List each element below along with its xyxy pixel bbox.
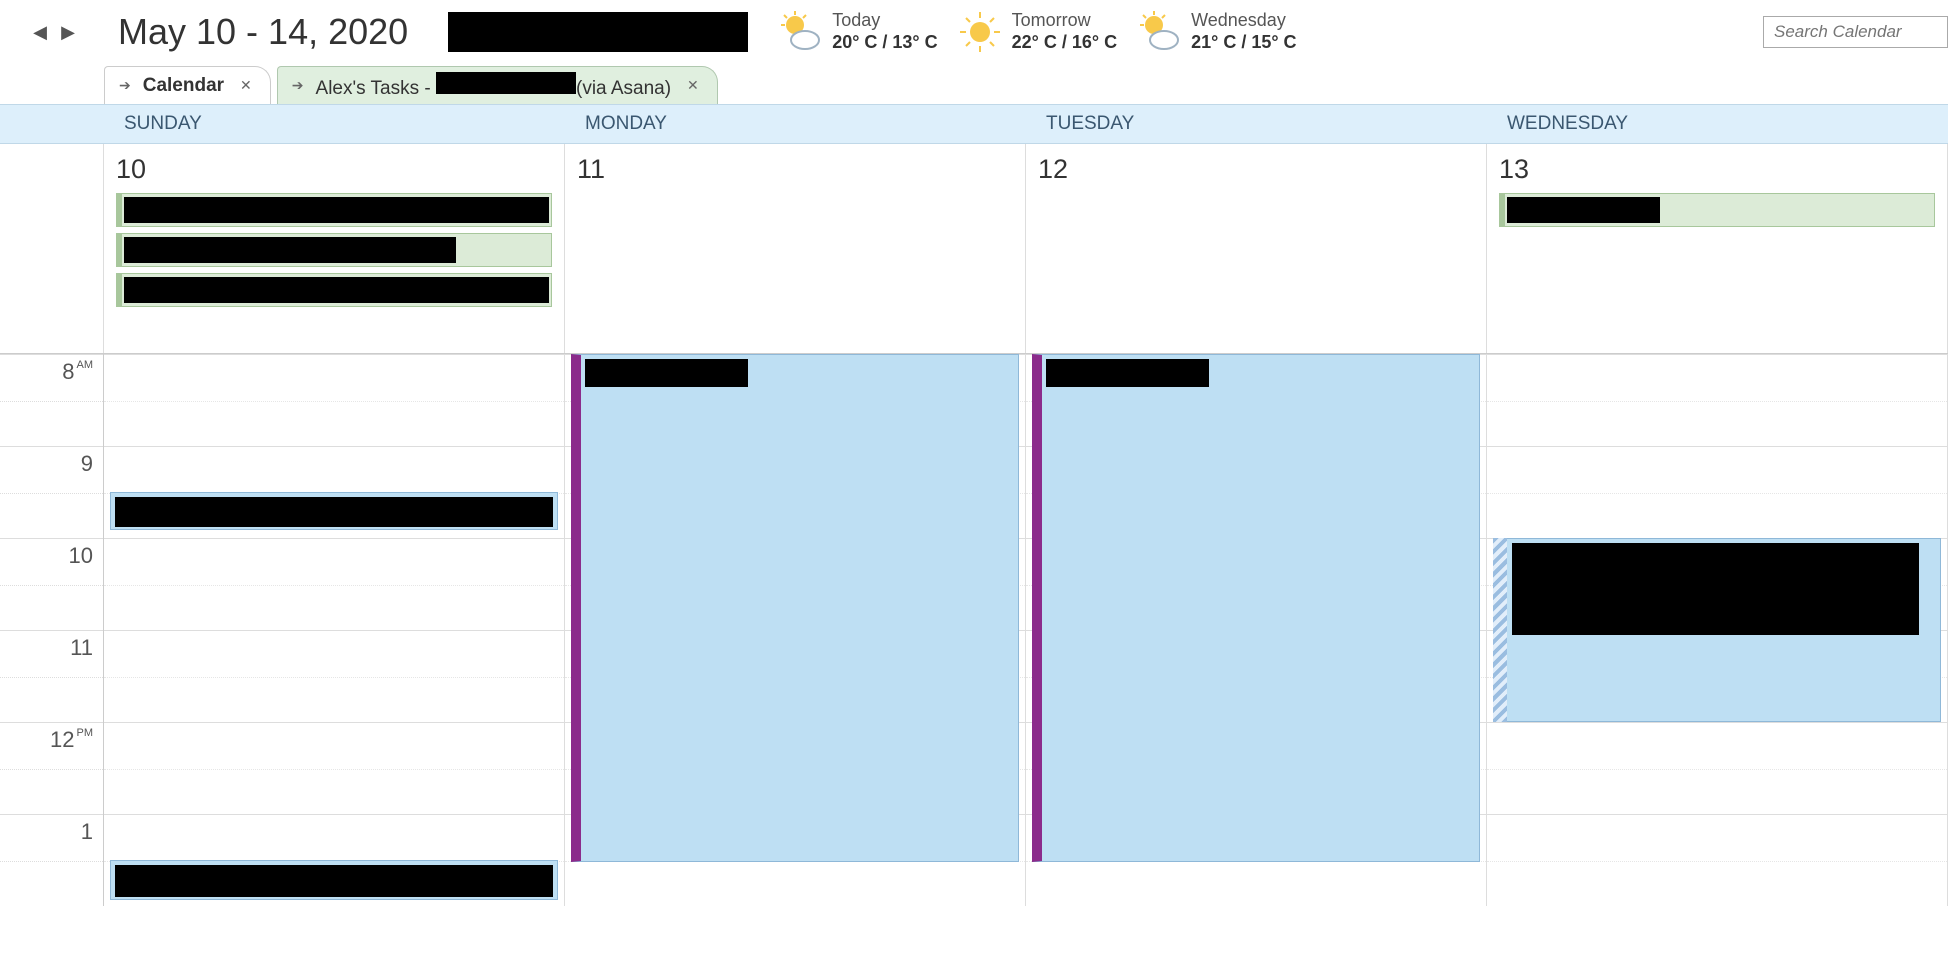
time-label: 8AM bbox=[0, 354, 103, 446]
weather-label: Today bbox=[832, 10, 937, 32]
day-header-wednesday: WEDNESDAY bbox=[1487, 105, 1948, 143]
time-label: 9 bbox=[0, 446, 103, 538]
close-icon[interactable]: ✕ bbox=[683, 77, 703, 94]
date-number: 10 bbox=[116, 154, 552, 185]
search-input[interactable] bbox=[1763, 16, 1948, 48]
allday-cell-sunday[interactable]: 10 bbox=[104, 144, 565, 353]
day-column-monday[interactable] bbox=[565, 354, 1026, 906]
arrow-right-icon: ➔ bbox=[292, 77, 304, 94]
timed-event[interactable] bbox=[110, 492, 558, 530]
weather-today[interactable]: Today 20° C / 13° C bbox=[778, 10, 937, 54]
tab-asana-tasks[interactable]: ➔ Alex's Tasks - (via Asana) ✕ bbox=[277, 66, 718, 104]
tab-label: Alex's Tasks - (via Asana) bbox=[316, 72, 672, 100]
time-label: 10 bbox=[0, 538, 103, 630]
day-column-wednesday[interactable] bbox=[1487, 354, 1948, 906]
date-number: 13 bbox=[1499, 154, 1935, 185]
weather-label: Wednesday bbox=[1191, 10, 1296, 32]
weather-tomorrow[interactable]: Tomorrow 22° C / 16° C bbox=[958, 10, 1117, 54]
tab-calendar[interactable]: ➔ Calendar ✕ bbox=[104, 66, 271, 104]
weather-temp: 22° C / 16° C bbox=[1012, 32, 1117, 54]
redacted-block bbox=[1507, 197, 1660, 223]
redacted-block bbox=[124, 197, 549, 223]
tab-label-prefix: Alex's Tasks - bbox=[316, 78, 436, 99]
weather-label: Tomorrow bbox=[1012, 10, 1117, 32]
time-label: 11 bbox=[0, 630, 103, 722]
allday-cell-tuesday[interactable]: 12 bbox=[1026, 144, 1487, 353]
allday-event[interactable] bbox=[1499, 193, 1935, 227]
day-header-tuesday: TUESDAY bbox=[1026, 105, 1487, 143]
timed-event[interactable] bbox=[1493, 538, 1941, 722]
partly-cloudy-icon bbox=[1137, 10, 1181, 54]
time-grid: 8AM 9 10 11 12PM 1 bbox=[0, 354, 1948, 906]
redacted-block bbox=[1046, 359, 1209, 387]
date-number: 11 bbox=[577, 154, 1013, 185]
tab-label-suffix: (via Asana) bbox=[576, 78, 671, 99]
weather-temp: 21° C / 15° C bbox=[1191, 32, 1296, 54]
partly-cloudy-icon bbox=[778, 10, 822, 54]
weather-temp: 20° C / 13° C bbox=[832, 32, 937, 54]
allday-event[interactable] bbox=[116, 233, 552, 267]
redacted-block bbox=[448, 12, 748, 52]
calendar-header: ◀ ▶ May 10 - 14, 2020 Today 20° C / 13° … bbox=[0, 0, 1948, 64]
day-header-sunday: SUNDAY bbox=[104, 105, 565, 143]
allday-event[interactable] bbox=[116, 193, 552, 227]
prev-week-button[interactable]: ◀ bbox=[30, 22, 50, 42]
sunny-icon bbox=[958, 10, 1002, 54]
allday-cell-wednesday[interactable]: 13 bbox=[1487, 144, 1948, 353]
day-headers: SUNDAY MONDAY TUESDAY WEDNESDAY bbox=[0, 104, 1948, 144]
redacted-block bbox=[1512, 543, 1919, 635]
day-header-monday: MONDAY bbox=[565, 105, 1026, 143]
allday-row: 10 11 12 13 bbox=[0, 144, 1948, 354]
close-icon[interactable]: ✕ bbox=[236, 77, 256, 94]
redacted-block bbox=[585, 359, 748, 387]
timed-event[interactable] bbox=[1032, 354, 1480, 862]
time-label: 12PM bbox=[0, 722, 103, 814]
weather-wednesday[interactable]: Wednesday 21° C / 15° C bbox=[1137, 10, 1296, 54]
day-column-sunday[interactable] bbox=[104, 354, 565, 906]
date-number: 12 bbox=[1038, 154, 1474, 185]
arrow-right-icon: ➔ bbox=[119, 77, 131, 94]
redacted-block bbox=[124, 277, 549, 303]
nav-arrows: ◀ ▶ bbox=[30, 22, 78, 42]
redacted-block bbox=[124, 237, 456, 263]
redacted-block bbox=[115, 497, 553, 527]
weather-strip: Today 20° C / 13° C Tomorrow 22° C / 16°… bbox=[778, 10, 1296, 54]
next-week-button[interactable]: ▶ bbox=[58, 22, 78, 42]
day-column-tuesday[interactable] bbox=[1026, 354, 1487, 906]
tab-label: Calendar bbox=[143, 75, 224, 97]
timed-event[interactable] bbox=[110, 860, 558, 900]
timed-event[interactable] bbox=[571, 354, 1019, 862]
time-label: 1 bbox=[0, 814, 103, 906]
allday-cell-monday[interactable]: 11 bbox=[565, 144, 1026, 353]
redacted-block bbox=[436, 72, 576, 94]
redacted-block bbox=[115, 865, 553, 897]
allday-event[interactable] bbox=[116, 273, 552, 307]
calendar-tabs: ➔ Calendar ✕ ➔ Alex's Tasks - (via Asana… bbox=[0, 64, 1948, 104]
time-gutter: 8AM 9 10 11 12PM 1 bbox=[0, 354, 104, 906]
date-range-title: May 10 - 14, 2020 bbox=[118, 11, 408, 53]
